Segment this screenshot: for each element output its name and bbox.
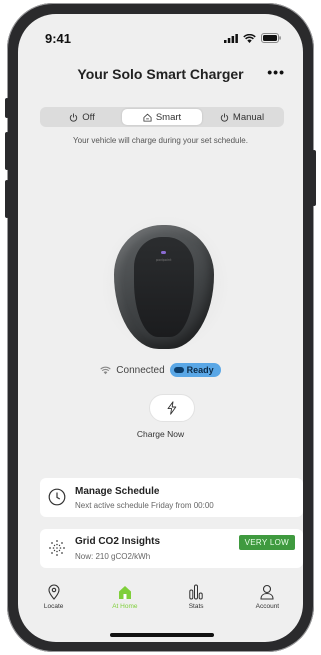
more-options-button[interactable]: ••• [267, 64, 285, 80]
clock-icon [48, 488, 66, 506]
manage-schedule-title: Manage Schedule [75, 486, 160, 497]
tab-account-label: Account [255, 603, 280, 610]
power-button [312, 150, 316, 206]
page-header: Your Solo Smart Charger ••• [18, 62, 303, 86]
location-pin-icon [48, 584, 60, 600]
tab-stats-label: Stats [188, 603, 204, 610]
manage-schedule-card[interactable]: Manage Schedule Next active schedule Fri… [40, 478, 303, 517]
home-indicator[interactable] [110, 633, 214, 637]
status-bar: 9:41 [18, 14, 303, 54]
volume-down-button [5, 180, 9, 218]
charge-now-button[interactable] [149, 394, 195, 422]
wifi-icon [100, 366, 112, 374]
connection-status: Connected Ready [18, 363, 303, 377]
mode-off-button[interactable]: Off [42, 109, 122, 125]
screen: 9:41 Your Solo Smart Charger ••• Off Sma… [18, 14, 303, 642]
mode-manual-label: Manual [232, 111, 265, 123]
dots-sun-icon [49, 540, 65, 556]
home-icon [143, 113, 152, 122]
connection-label: Connected [116, 364, 165, 376]
status-time: 9:41 [45, 31, 72, 46]
power-icon [220, 112, 229, 122]
grid-co2-title: Grid CO2 Insights [75, 536, 161, 547]
tab-locate[interactable]: Locate [24, 584, 84, 632]
lightning-icon [167, 401, 177, 415]
volume-up-button [5, 132, 9, 170]
mode-smart-button[interactable]: Smart [122, 109, 202, 125]
manage-schedule-subtitle: Next active schedule Friday from 00:00 [75, 501, 214, 510]
power-icon [70, 112, 78, 122]
page-title: Your Solo Smart Charger [77, 66, 244, 82]
ready-badge: Ready [169, 363, 221, 377]
bottom-tab-bar: Locate At Home Stats Account [18, 584, 303, 632]
battery-icon [261, 33, 281, 43]
charger-led [161, 251, 166, 254]
side-button [5, 98, 9, 118]
grid-co2-card[interactable]: Grid CO2 Insights Now: 210 gCO2/kWh VERY… [40, 529, 303, 568]
charger-brand-logo: podpoint [156, 258, 172, 262]
bar-chart-icon [189, 584, 203, 600]
grid-co2-subtitle: Now: 210 gCO2/kWh [75, 552, 151, 561]
wifi-icon [243, 33, 256, 43]
charger-face: podpoint [134, 237, 194, 337]
ready-label: Ready [186, 365, 214, 375]
mode-smart-label: Smart [155, 111, 182, 123]
tab-at-home[interactable]: At Home [95, 584, 155, 632]
mode-off-label: Off [82, 111, 95, 123]
charge-now-label: Charge Now [136, 429, 185, 439]
status-icons [224, 33, 281, 43]
tab-stats[interactable]: Stats [166, 584, 226, 632]
tab-locate-label: Locate [43, 603, 64, 610]
tab-account[interactable]: Account [237, 584, 297, 632]
schedule-note: Your vehicle will charge during your set… [73, 136, 248, 145]
user-icon [260, 584, 274, 600]
charge-mode-selector: Off Smart Manual [40, 107, 284, 127]
tab-at-home-label: At Home [112, 603, 138, 610]
ready-indicator-icon [173, 367, 184, 373]
co2-level-badge: VERY LOW [238, 535, 295, 550]
mode-manual-button[interactable]: Manual [202, 109, 282, 125]
signal-icon [224, 33, 238, 43]
home-icon [118, 586, 131, 599]
